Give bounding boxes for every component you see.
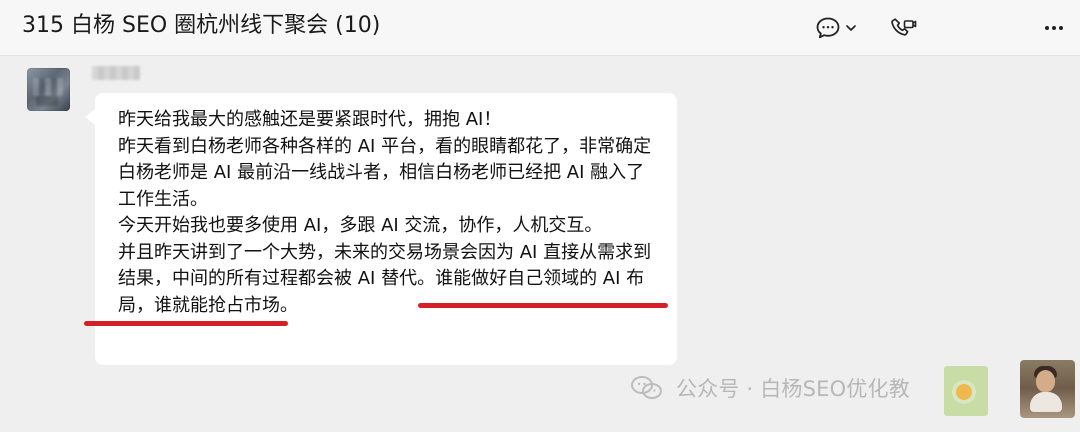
header-actions <box>800 0 1080 56</box>
self-avatar[interactable] <box>1020 360 1075 418</box>
watermark: 公众号 · 白杨SEO优化教 <box>630 370 910 406</box>
message-line: 结果，中间的所有过程都会被 AI 替代。谁能做好自己领域的 AI 布 <box>118 268 645 289</box>
watermark-text: 公众号 · 白杨SEO优化教 <box>676 377 910 401</box>
message-line: 工作生活。 <box>118 188 208 210</box>
message-line: 白杨老师是 AI 最前沿一线战斗者，相信白杨老师已经把 AI 融入了 <box>118 162 645 183</box>
sender-avatar[interactable] <box>27 68 70 111</box>
highlight-underline <box>418 303 668 308</box>
phone-video-icon[interactable] <box>884 10 920 46</box>
message-line: 并且昨天讲到了一个大势，未来的交易场景会因为 AI 直接从需求到 <box>118 241 652 263</box>
chat-header: 315 白杨 SEO 圈杭州线下聚会 (10) <box>0 0 1080 56</box>
avatar-face <box>1036 370 1055 392</box>
sticker-thumbnail <box>944 366 988 416</box>
sender-name-blur <box>92 66 140 80</box>
chevron-down-icon[interactable] <box>841 10 861 46</box>
more-icon[interactable] <box>1036 10 1072 46</box>
wechat-icon <box>631 376 662 399</box>
message-line: 今天开始我也要多使用 AI，多跟 AI 交流，协作，人机交互。 <box>118 215 603 236</box>
message-line: 昨天看到白杨老师各种各样的 AI 平台，看的眼睛都花了，非常确定 <box>118 135 652 157</box>
highlight-underline <box>84 321 288 326</box>
message-line: 昨天给我最大的感触还是要紧跟时代，拥抱 AI！ <box>118 109 502 130</box>
avatar-body <box>1030 392 1062 412</box>
chat-title: 315 白杨 SEO 圈杭州线下聚会 (10) <box>22 13 381 38</box>
